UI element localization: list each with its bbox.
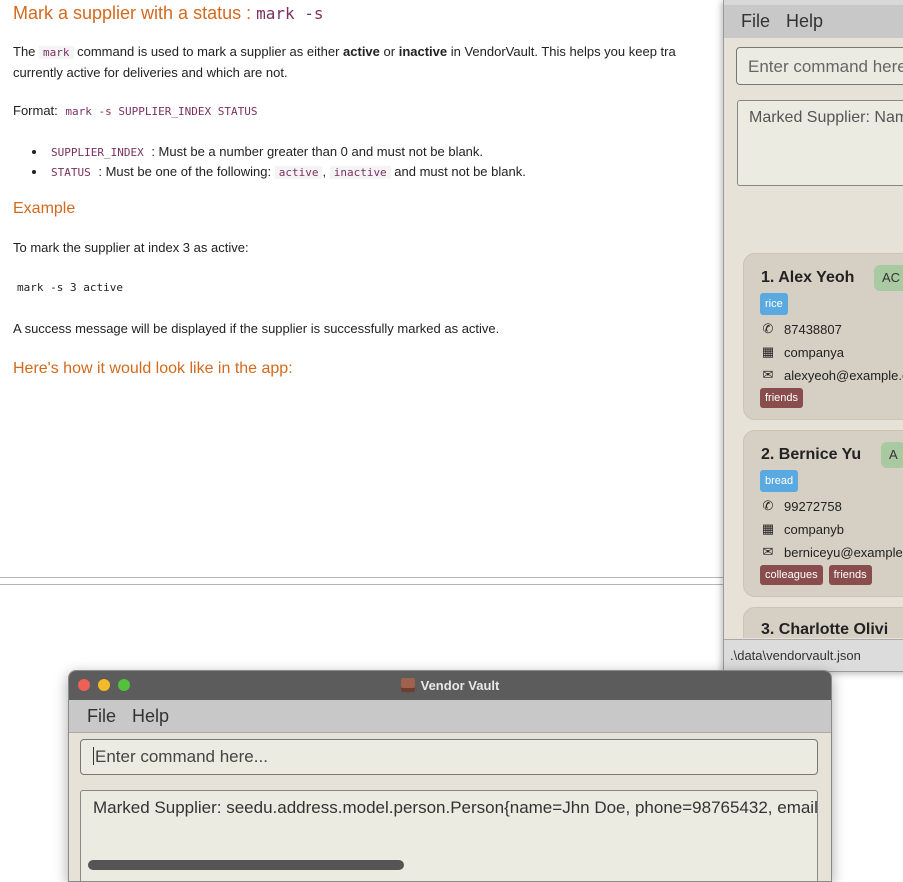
phone-row: ✆ 87438807 <box>760 321 842 337</box>
value-code-inactive: inactive <box>329 166 391 179</box>
supplier-list[interactable]: 1. Alex Yeoh AC rice ✆ 87438807 ▦ companya… <box>724 238 903 638</box>
phone-value: 99272758 <box>784 498 842 514</box>
window-titlebar[interactable]: Vendor Vault <box>69 671 831 700</box>
phone-value: 87438807 <box>784 321 842 337</box>
param-code: STATUS <box>51 166 91 179</box>
app-icon <box>400 678 415 692</box>
value-separator: , <box>322 164 327 179</box>
format-code: mark -s SUPPLIER_INDEX STATUS <box>65 105 258 118</box>
building-icon: ▦ <box>761 344 775 359</box>
horizontal-scrollbar[interactable] <box>88 860 404 870</box>
tag-list: friends <box>760 388 804 408</box>
app-window-bottom: Vendor Vault File Help Enter command her… <box>68 670 832 882</box>
command-input[interactable]: Enter command here. <box>736 47 903 85</box>
supplier-card[interactable]: 1. Alex Yeoh AC rice ✆ 87438807 ▦ companya… <box>743 253 903 420</box>
tag: colleagues <box>760 565 823 585</box>
intro-mid3: in VendorVault. This helps you keep tra <box>447 44 676 59</box>
status-badge: A <box>881 442 903 468</box>
intro-mid1: command is used to mark a supplier as ei… <box>73 44 344 59</box>
intro-bold-active: active <box>343 44 380 59</box>
tag: friends <box>760 388 804 408</box>
mail-icon: ✉ <box>762 367 774 382</box>
phone-icon: ✆ <box>762 321 774 336</box>
result-display: Marked Supplier: Nam <box>737 100 903 186</box>
email-row: ✉ alexyeoh@example.c <box>760 367 903 383</box>
supplier-name: 2. Bernice Yu <box>761 446 862 463</box>
format-line: Format: mark -s SUPPLIER_INDEX STATUS <box>13 101 733 122</box>
status-bar-filepath: .\data\vendorvault.json <box>724 639 903 671</box>
example-text: To mark the supplier at index 3 as activ… <box>13 240 249 255</box>
intro-bold-inactive: inactive <box>398 44 448 59</box>
menu-help[interactable]: Help <box>132 706 169 727</box>
window-title: Vendor Vault <box>69 671 831 700</box>
value-code-active: active <box>274 166 323 179</box>
command-input[interactable]: Enter command here... <box>80 739 818 775</box>
success-text: A success message will be displayed if t… <box>13 321 500 336</box>
intro-line2: currently active for deliveries and whic… <box>13 65 288 80</box>
phone-icon: ✆ <box>762 498 774 513</box>
tag: friends <box>828 565 872 585</box>
mail-icon: ✉ <box>762 544 774 559</box>
menu-bar: File Help <box>69 700 831 733</box>
intro-prefix: The <box>13 44 40 59</box>
menu-file[interactable]: File <box>87 706 116 727</box>
menu-bar: File Help <box>724 5 903 38</box>
supplier-card[interactable]: 2. Bernice Yu A bread ✆ 99272758 ▦ company… <box>743 430 903 597</box>
window-title-text: Vendor Vault <box>420 678 500 693</box>
email-value: alexyeoh@example.c <box>784 367 903 383</box>
format-label: Format: <box>13 103 58 118</box>
param-text2: and must not be blank. <box>390 164 526 179</box>
email-row: ✉ berniceyu@example. <box>760 544 903 560</box>
company-value: companyb <box>784 521 844 537</box>
building-icon: ▦ <box>761 521 775 536</box>
parameter-list: SUPPLIER_INDEX : Must be a number greate… <box>27 142 747 182</box>
heading-text: Mark a supplier with a status : <box>13 3 257 23</box>
company-row: ▦ companyb <box>760 521 844 537</box>
supplier-name: 3. Charlotte Olivi <box>761 621 889 638</box>
param-code: SUPPLIER_INDEX <box>51 146 144 159</box>
list-item: STATUS : Must be one of the following: a… <box>47 162 747 182</box>
command-placeholder: Enter command here... <box>95 747 268 766</box>
phone-row: ✆ 99272758 <box>760 498 842 514</box>
product-tag: rice <box>760 293 788 315</box>
tag-list: colleagues friends <box>760 565 872 585</box>
intro-code: mark <box>39 46 74 59</box>
heading-code: mark -s <box>256 4 324 23</box>
param-text: : Must be a number greater than 0 and mu… <box>147 144 484 159</box>
intro-paragraph: The mark command is used to mark a suppl… <box>13 42 733 83</box>
email-value: berniceyu@example. <box>784 544 903 560</box>
example-heading: Example <box>13 200 76 217</box>
supplier-name: 1. Alex Yeoh <box>761 269 855 286</box>
supplier-card[interactable]: 3. Charlotte Olivi <box>743 607 903 638</box>
product-tag: bread <box>760 470 799 492</box>
param-text: : Must be one of the following: <box>94 164 272 179</box>
example-code-block: mark -s 3 active <box>17 281 123 294</box>
list-item: SUPPLIER_INDEX : Must be a number greate… <box>47 142 747 162</box>
section-heading-mark: Mark a supplier with a status : mark -s <box>13 3 324 24</box>
status-badge: AC <box>874 265 903 291</box>
company-value: companya <box>784 344 844 360</box>
divider <box>0 584 723 585</box>
menu-help[interactable]: Help <box>786 11 823 32</box>
intro-mid2: or <box>379 44 399 59</box>
company-row: ▦ companya <box>760 344 844 360</box>
text-cursor <box>93 747 94 765</box>
divider <box>0 577 723 578</box>
menu-file[interactable]: File <box>741 11 770 32</box>
app-window-right: File Help Enter command here. Marked Sup… <box>723 0 903 672</box>
app-preview-heading: Here's how it would look like in the app… <box>13 360 293 377</box>
